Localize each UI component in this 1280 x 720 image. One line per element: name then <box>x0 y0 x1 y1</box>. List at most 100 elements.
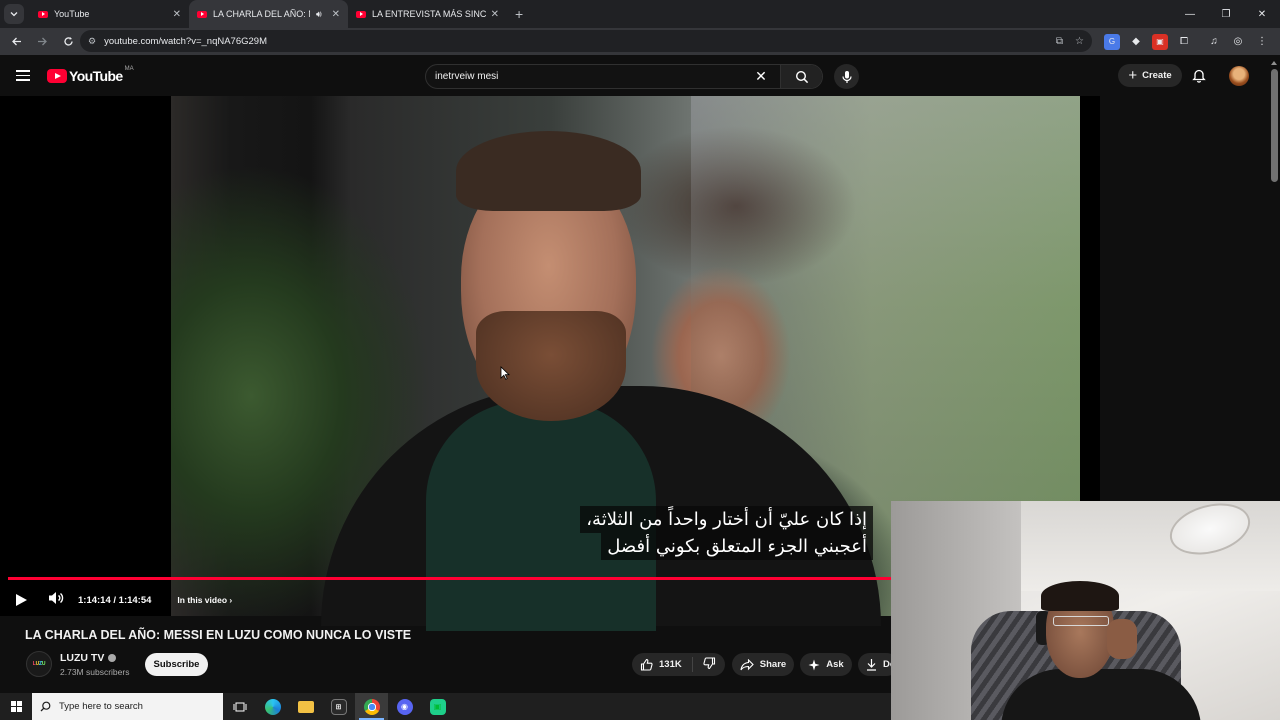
chapters-button[interactable]: In this video › <box>177 595 232 605</box>
discord-icon: ◉ <box>396 698 413 715</box>
windows-logo-icon <box>10 701 22 712</box>
scrollbar-thumb[interactable] <box>1271 69 1278 182</box>
plus-icon: + <box>1128 67 1138 84</box>
browser-toolbar: ⚙︎ youtube.com/watch?v=_nqNA76G29M ⧉ ☆ G… <box>0 28 1280 55</box>
subscribe-button[interactable]: Subscribe <box>145 653 208 676</box>
file-explorer-taskbar-button[interactable] <box>289 693 322 720</box>
channel-name-link[interactable]: LUZU TV <box>60 652 117 664</box>
microphone-icon <box>841 70 852 83</box>
scroll-up-arrow-icon[interactable] <box>1271 61 1277 65</box>
hamburger-menu-icon[interactable] <box>16 70 30 81</box>
extensions-puzzle-icon[interactable]: ⧠ <box>1176 34 1192 50</box>
dislike-button[interactable] <box>693 656 716 673</box>
red-extension-icon[interactable]: ▣ <box>1152 33 1168 50</box>
download-icon <box>867 659 876 671</box>
chevron-right-icon: › <box>229 595 233 605</box>
browser-tabstrip: YouTube ✕ LA CHARLA DEL AÑO: MES 🔊︎ ✕ LA… <box>0 0 1280 28</box>
tab-youtube[interactable]: YouTube ✕ <box>30 0 189 28</box>
share-button[interactable]: Share <box>732 653 794 676</box>
profile-icon[interactable]: ◎ <box>1230 34 1246 50</box>
notifications-bell-icon[interactable] <box>1192 68 1206 88</box>
clear-search-icon[interactable]: ✕ <box>750 68 772 85</box>
subscriber-count: 2.73M subscribers <box>60 667 130 677</box>
new-tab-icon[interactable]: + <box>515 6 523 22</box>
volume-icon[interactable] <box>48 591 64 610</box>
mouse-cursor-icon <box>500 366 510 380</box>
sparkle-icon <box>808 659 820 670</box>
bookmark-star-icon[interactable]: ☆ <box>1075 36 1084 47</box>
youtube-favicon-icon <box>197 10 207 18</box>
person-hair <box>1041 581 1119 611</box>
tab-search-button[interactable] <box>4 4 24 24</box>
media-controls-icon[interactable]: ♫ <box>1206 34 1222 50</box>
task-view-icon <box>233 702 246 711</box>
like-dislike-group: 131K <box>632 653 725 676</box>
channel-avatar[interactable]: LUZU <box>26 651 52 677</box>
store-icon: ⊞ <box>330 698 347 715</box>
taskbar-search-placeholder: Type here to search <box>59 701 143 712</box>
taskbar-search-box[interactable]: Type here to search <box>32 693 223 720</box>
extensions-area: G ◆ ▣ ⧠ ♫ ◎ ⋮ <box>1104 28 1280 55</box>
webcam-overlay <box>891 501 1280 720</box>
chevron-down-icon <box>10 12 18 17</box>
app-taskbar-button[interactable]: ▣ <box>421 693 454 720</box>
address-bar[interactable]: ⚙︎ youtube.com/watch?v=_nqNA76G29M ⧉ ☆ <box>80 30 1092 52</box>
restore-icon[interactable]: ❐ <box>1208 0 1244 28</box>
chrome-taskbar-button[interactable] <box>355 693 388 720</box>
speaker-icon[interactable]: 🔊︎ <box>316 9 322 20</box>
close-tab-icon[interactable]: ✕ <box>173 9 181 20</box>
tab-title: LA ENTREVISTA MÁS SINCERA <box>372 9 487 19</box>
start-button[interactable] <box>0 693 32 720</box>
like-button[interactable]: 131K <box>632 657 693 672</box>
video-title: LA CHARLA DEL AÑO: MESSI EN LUZU COMO NU… <box>25 628 412 642</box>
subtitle-line-1: إذا كان عليّ أن أختار واحداً من الثلاثة، <box>580 506 873 533</box>
like-count: 131K <box>659 659 682 670</box>
beard-shape <box>476 311 626 421</box>
discord-taskbar-button[interactable]: ◉ <box>388 693 421 720</box>
create-button[interactable]: + Create <box>1118 64 1182 87</box>
search-button[interactable] <box>780 65 822 88</box>
close-tab-icon[interactable]: ✕ <box>491 9 499 20</box>
person-hand <box>1107 619 1137 659</box>
url-text: youtube.com/watch?v=_nqNA76G29M <box>104 35 267 47</box>
play-button[interactable] <box>16 594 28 606</box>
forward-icon[interactable] <box>30 30 54 54</box>
tab-current-video[interactable]: LA CHARLA DEL AÑO: MES 🔊︎ ✕ <box>189 0 348 28</box>
install-app-icon[interactable]: ⧉ <box>1056 36 1063 47</box>
reload-icon[interactable] <box>56 30 80 54</box>
diamond-extension-icon[interactable]: ◆ <box>1128 34 1144 50</box>
create-label: Create <box>1142 70 1172 81</box>
time-display: 1:14:14 / 1:14:54 <box>78 594 152 606</box>
close-window-icon[interactable]: ✕ <box>1244 0 1280 28</box>
region-code: MA <box>124 66 134 72</box>
back-icon[interactable] <box>4 30 28 54</box>
screen: YouTube ✕ LA CHARLA DEL AÑO: MES 🔊︎ ✕ LA… <box>0 0 1280 720</box>
folder-icon <box>297 700 314 713</box>
close-tab-icon[interactable]: ✕ <box>332 9 340 20</box>
ask-button[interactable]: Ask <box>800 653 852 676</box>
thumbs-up-icon <box>640 658 653 671</box>
green-app-icon: ▣ <box>429 698 446 715</box>
search-icon <box>795 70 808 83</box>
subtitle-line-2: أعجبني الجزء المتعلق بكوني أفضل <box>601 533 873 560</box>
edge-taskbar-button[interactable] <box>256 693 289 720</box>
youtube-logo[interactable]: YouTube MA <box>47 66 134 84</box>
task-view-button[interactable] <box>223 693 256 720</box>
tab-entrevista[interactable]: LA ENTREVISTA MÁS SINCERA ✕ <box>348 0 507 28</box>
search-box: inetrveiw mesi ✕ <box>425 64 823 89</box>
account-avatar[interactable] <box>1229 66 1249 86</box>
share-icon <box>740 658 754 670</box>
thumbs-down-icon <box>703 656 715 669</box>
youtube-play-icon <box>47 69 67 83</box>
voice-search-button[interactable] <box>834 64 859 89</box>
hair-shape <box>456 131 641 211</box>
site-info-icon[interactable]: ⚙︎ <box>88 36 96 47</box>
search-input[interactable]: inetrveiw mesi <box>426 71 750 82</box>
kebab-menu-icon[interactable]: ⋮ <box>1254 34 1270 50</box>
verified-badge-icon <box>108 654 117 662</box>
translate-extension-icon[interactable]: G <box>1104 33 1120 50</box>
chapters-label: In this video <box>177 595 228 605</box>
minimize-icon[interactable]: — <box>1172 0 1208 28</box>
store-taskbar-button[interactable]: ⊞ <box>322 693 355 720</box>
tab-title: LA CHARLA DEL AÑO: MES <box>213 9 310 19</box>
